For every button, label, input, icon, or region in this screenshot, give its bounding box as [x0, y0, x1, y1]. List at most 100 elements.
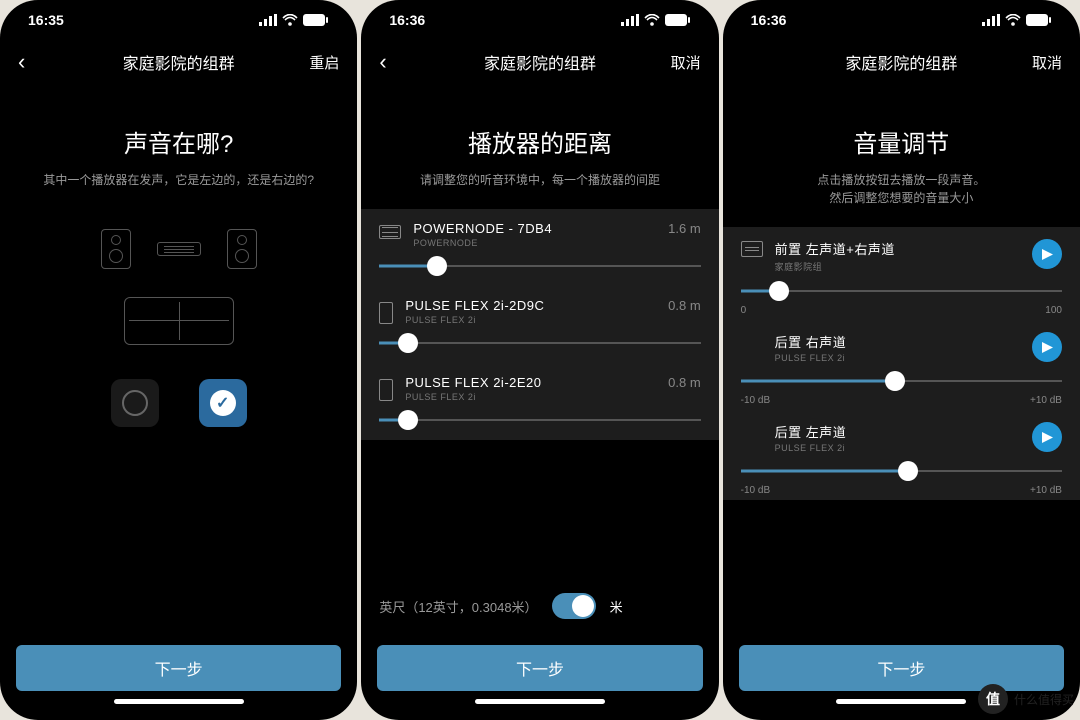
distance-item-flex2: PULSE FLEX 2i-2E20 PULSE FLEX 2i 0.8 m: [361, 363, 718, 440]
nav-title: 家庭影院的组群: [845, 50, 957, 74]
device-name: PULSE FLEX 2i-2D9C: [405, 298, 668, 313]
unit-toggle[interactable]: [552, 593, 596, 619]
nav-action-cancel[interactable]: 取消: [651, 52, 701, 73]
status-icons: [621, 14, 691, 26]
distance-slider[interactable]: [379, 254, 700, 278]
battery-icon: [303, 14, 329, 26]
watermark: 值 什么值得买: [978, 684, 1074, 714]
channel-name: 前置 左声道+右声道: [775, 239, 1032, 258]
wifi-icon: [282, 14, 298, 26]
range-max: +10 dB: [1030, 395, 1062, 406]
volume-slider[interactable]: [741, 279, 1062, 303]
wifi-icon: [1005, 14, 1021, 26]
volume-item-front: 前置 左声道+右声道 家庭影院组 0 100: [723, 227, 1080, 320]
nav-action-restart[interactable]: 重启: [289, 52, 339, 73]
nav-title: 家庭影院的组群: [123, 50, 235, 74]
clock: 16:36: [751, 12, 787, 28]
status-icons: [259, 14, 329, 26]
page-subtitle: 其中一个播放器在发声，它是左边的，还是右边的?: [0, 171, 357, 189]
distance-panel: POWERNODE - 7DB4 POWERNODE 1.6 m PULSE F…: [361, 209, 718, 440]
volume-item-rear-right: 后置 右声道 PULSE FLEX 2i -10 dB +10 dB: [723, 320, 1080, 410]
channel-sub: 家庭影院组: [775, 260, 1032, 273]
nav-bar: 家庭影院的组群 取消: [723, 40, 1080, 84]
channel-name: 后置 左声道: [775, 422, 1032, 441]
unit-feet-label: 英尺（12英寸，0.3048米）: [379, 597, 537, 616]
sofa-icon: [124, 297, 234, 345]
status-bar: 16:36: [723, 0, 1080, 40]
nav-action-cancel[interactable]: 取消: [1012, 52, 1062, 73]
screen-volume-adjust: 16:36 家庭影院的组群 取消 音量调节 点击播放按钮去播放一段声音。 然后调…: [723, 0, 1080, 720]
range-min: -10 dB: [741, 485, 770, 496]
status-bar: 16:35: [0, 0, 357, 40]
play-button[interactable]: [1032, 422, 1062, 452]
volume-slider[interactable]: [741, 459, 1062, 483]
watermark-icon: 值: [978, 684, 1008, 714]
device-icon: [379, 225, 401, 239]
distance-value: 1.6 m: [668, 221, 701, 236]
device-icon: [741, 241, 763, 257]
range-max: +10 dB: [1030, 485, 1062, 496]
volume-slider[interactable]: [741, 369, 1062, 393]
next-button[interactable]: 下一步: [16, 645, 341, 691]
battery-icon: [1026, 14, 1052, 26]
nav-title: 家庭影院的组群: [484, 50, 596, 74]
distance-item-powernode: POWERNODE - 7DB4 POWERNODE 1.6 m: [361, 209, 718, 286]
channel-sub: PULSE FLEX 2i: [775, 353, 1032, 363]
chevron-left-icon: ‹: [379, 51, 386, 73]
distance-slider[interactable]: [379, 331, 700, 355]
screen-sound-position: 16:35 ‹ 家庭影院的组群 重启 声音在哪? 其中一个播放器在发声，它是左边…: [0, 0, 357, 720]
battery-icon: [665, 14, 691, 26]
page-title: 音量调节: [723, 124, 1080, 159]
volume-panel: 前置 左声道+右声道 家庭影院组 0 100 后置 右声道 PULSE FLEX …: [723, 227, 1080, 500]
device-icon: [379, 302, 393, 324]
unit-meter-label: 米: [610, 597, 623, 616]
distance-slider[interactable]: [379, 408, 700, 432]
page-title: 声音在哪?: [0, 124, 357, 159]
home-indicator[interactable]: [475, 699, 605, 704]
wifi-icon: [644, 14, 660, 26]
distance-item-flex1: PULSE FLEX 2i-2D9C PULSE FLEX 2i 0.8 m: [361, 286, 718, 363]
page-subtitle: 点击播放按钮去播放一段声音。 然后调整您想要的音量大小: [723, 171, 1080, 207]
back-button[interactable]: ‹: [18, 51, 68, 73]
clock: 16:36: [389, 12, 425, 28]
chevron-left-icon: ‹: [18, 51, 25, 73]
device-type: PULSE FLEX 2i: [405, 315, 668, 325]
next-button[interactable]: 下一步: [377, 645, 702, 691]
range-min: 0: [741, 305, 747, 316]
distance-value: 0.8 m: [668, 298, 701, 313]
nav-bar: ‹ 家庭影院的组群 重启: [0, 40, 357, 84]
clock: 16:35: [28, 12, 64, 28]
home-indicator[interactable]: [114, 699, 244, 704]
watermark-text: 什么值得买: [1014, 691, 1074, 708]
channel-sub: PULSE FLEX 2i: [775, 443, 1032, 453]
right-speaker-icon: [227, 229, 257, 269]
device-type: PULSE FLEX 2i: [405, 392, 668, 402]
back-button[interactable]: ‹: [379, 51, 429, 73]
signal-icon: [621, 14, 639, 26]
range-min: -10 dB: [741, 395, 770, 406]
signal-icon: [982, 14, 1000, 26]
device-name: POWERNODE - 7DB4: [413, 221, 668, 236]
choice-left[interactable]: [111, 379, 159, 427]
device-type: POWERNODE: [413, 238, 668, 248]
range-max: 100: [1045, 305, 1062, 316]
screen-player-distance: 16:36 ‹ 家庭影院的组群 取消 播放器的距离 请调整您的听音环境中，每一个…: [361, 0, 718, 720]
choice-right[interactable]: ✓: [199, 379, 247, 427]
unit-row: 英尺（12英寸，0.3048米） 米: [361, 593, 718, 631]
home-indicator[interactable]: [836, 699, 966, 704]
page-subtitle: 请调整您的听音环境中，每一个播放器的间距: [361, 171, 718, 189]
volume-item-rear-left: 后置 左声道 PULSE FLEX 2i -10 dB +10 dB: [723, 410, 1080, 500]
nav-bar: ‹ 家庭影院的组群 取消: [361, 40, 718, 84]
play-button[interactable]: [1032, 239, 1062, 269]
page-title: 播放器的距离: [361, 124, 718, 159]
channel-name: 后置 右声道: [775, 332, 1032, 351]
speaker-diagram: ✓: [0, 229, 357, 427]
status-bar: 16:36: [361, 0, 718, 40]
node-icon: [157, 242, 201, 256]
signal-icon: [259, 14, 277, 26]
check-icon: ✓: [210, 390, 236, 416]
play-button[interactable]: [1032, 332, 1062, 362]
device-icon: [379, 379, 393, 401]
status-icons: [982, 14, 1052, 26]
device-name: PULSE FLEX 2i-2E20: [405, 375, 668, 390]
